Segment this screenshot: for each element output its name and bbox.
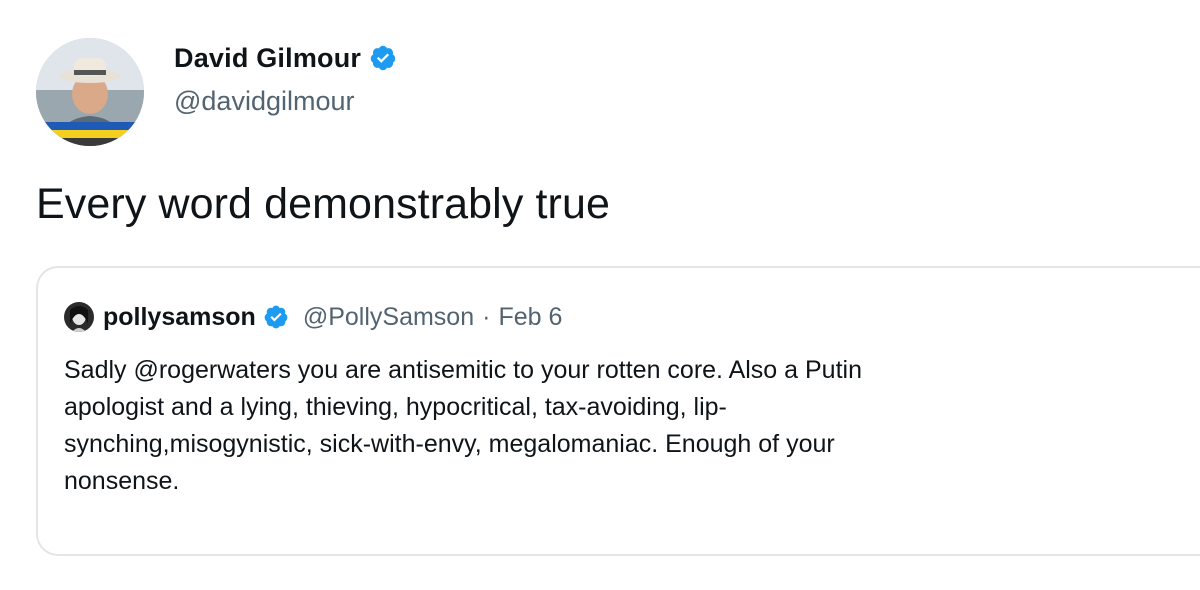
author-handle[interactable]: @davidgilmour xyxy=(174,86,354,117)
verified-badge-icon xyxy=(370,45,396,71)
author-name[interactable]: David Gilmour xyxy=(174,43,361,74)
quoted-author-avatar-image xyxy=(64,302,94,332)
quoted-tweet-date[interactable]: Feb 6 xyxy=(498,303,562,332)
tweet-text: Every word demonstrably true xyxy=(36,180,610,228)
author-avatar-image xyxy=(36,38,144,146)
quoted-tweet[interactable]: pollysamson @PollySamson · Feb 6 Sadly @… xyxy=(36,266,1200,556)
quoted-author-name[interactable]: pollysamson xyxy=(103,303,256,332)
quoted-tweet-body: Sadly @rogerwaters you are antisemitic t… xyxy=(64,356,862,495)
author-avatar[interactable] xyxy=(36,38,144,146)
quoted-author-handle[interactable]: @PollySamson xyxy=(303,303,474,332)
author-name-row: David Gilmour xyxy=(174,40,397,76)
quoted-author-avatar[interactable] xyxy=(64,302,94,332)
meta-separator: · xyxy=(482,302,491,331)
quoted-verified-badge-icon xyxy=(264,305,288,329)
quoted-tweet-header: pollysamson @PollySamson · Feb 6 xyxy=(64,300,562,334)
tweet-card: David Gilmour @davidgilmour Every word d… xyxy=(0,0,1200,590)
